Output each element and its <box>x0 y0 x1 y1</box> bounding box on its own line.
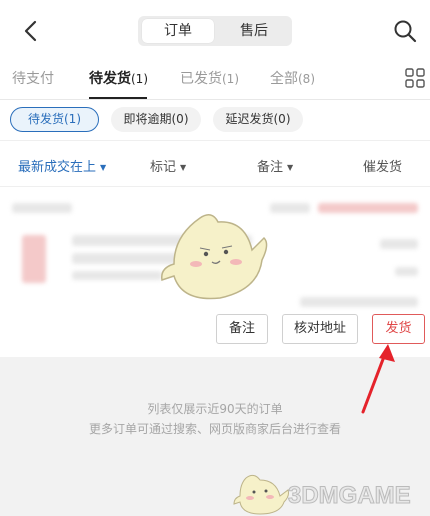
segment-after-sale[interactable]: 售后 <box>218 19 290 43</box>
back-arrow-icon[interactable] <box>18 18 44 44</box>
caret-down-icon: ▼ <box>100 163 107 172</box>
filter-chips: 待发货(1) 即将逾期(0) 延迟发货(0) <box>0 100 430 140</box>
tab-count: (8) <box>298 72 315 86</box>
mascot-sticker-image <box>161 214 268 300</box>
urge-shipment-filter[interactable]: 催发货 <box>363 156 402 175</box>
sort-label: 最新成交在上 <box>18 160 97 175</box>
order-aftersale-segmented-control: 订单 售后 <box>138 16 292 46</box>
remark-button[interactable]: 备注 <box>216 314 268 344</box>
tab-count: (1) <box>222 72 239 86</box>
blurred-product-image <box>22 235 46 283</box>
blurred-order-id <box>270 203 310 213</box>
segment-orders[interactable]: 订单 <box>142 19 214 43</box>
tab-count: (1) <box>131 72 148 86</box>
grid-view-icon[interactable] <box>405 68 425 88</box>
list-range-note: 列表仅展示近90天的订单 <box>147 402 283 416</box>
sort-bar: 最新成交在上 ▼ 标记 ▼ 备注 ▼ 催发货 <box>0 140 430 187</box>
more-orders-note: 更多订单可通过搜索、网页版商家后台进行查看 <box>88 422 341 436</box>
tab-shipped[interactable]: 已发货(1) <box>180 68 239 88</box>
active-tab-indicator <box>89 97 147 99</box>
remark-label: 备注 <box>257 160 284 175</box>
blurred-order-status <box>318 203 418 213</box>
status-tabs: 待支付 待发货(1) 已发货(1) 全部(8) <box>0 60 430 100</box>
search-icon[interactable] <box>392 18 418 44</box>
tab-label: 待支付 <box>12 71 54 87</box>
caret-down-icon: ▼ <box>287 163 294 172</box>
chip-pending-shipment[interactable]: 待发货(1) <box>10 107 99 132</box>
tab-label: 已发货 <box>180 71 222 87</box>
mark-label: 标记 <box>150 160 177 175</box>
top-bar: 订单 售后 <box>0 0 430 60</box>
sort-dropdown[interactable]: 最新成交在上 ▼ <box>18 156 106 175</box>
mark-dropdown[interactable]: 标记 ▼ <box>150 156 186 175</box>
blurred-total <box>300 297 418 307</box>
chip-delayed-shipment[interactable]: 延迟发货(0) <box>213 107 303 132</box>
tab-all[interactable]: 全部(8) <box>270 68 315 88</box>
tab-label: 全部 <box>270 71 298 87</box>
tab-label: 待发货 <box>89 71 131 87</box>
remark-dropdown[interactable]: 备注 ▼ <box>257 156 293 175</box>
blurred-shop-name <box>12 203 72 213</box>
chip-near-overdue[interactable]: 即将逾期(0) <box>111 107 201 132</box>
caret-down-icon: ▼ <box>180 163 187 172</box>
blurred-quantity <box>395 267 418 276</box>
watermark-text: 3DMGAME <box>288 482 412 510</box>
tab-pending-payment[interactable]: 待支付 <box>12 68 54 88</box>
tab-pending-shipment[interactable]: 待发货(1) <box>89 68 148 88</box>
verify-address-button[interactable]: 核对地址 <box>282 314 358 344</box>
blurred-price <box>380 239 418 249</box>
blurred-product-spec <box>72 271 162 280</box>
